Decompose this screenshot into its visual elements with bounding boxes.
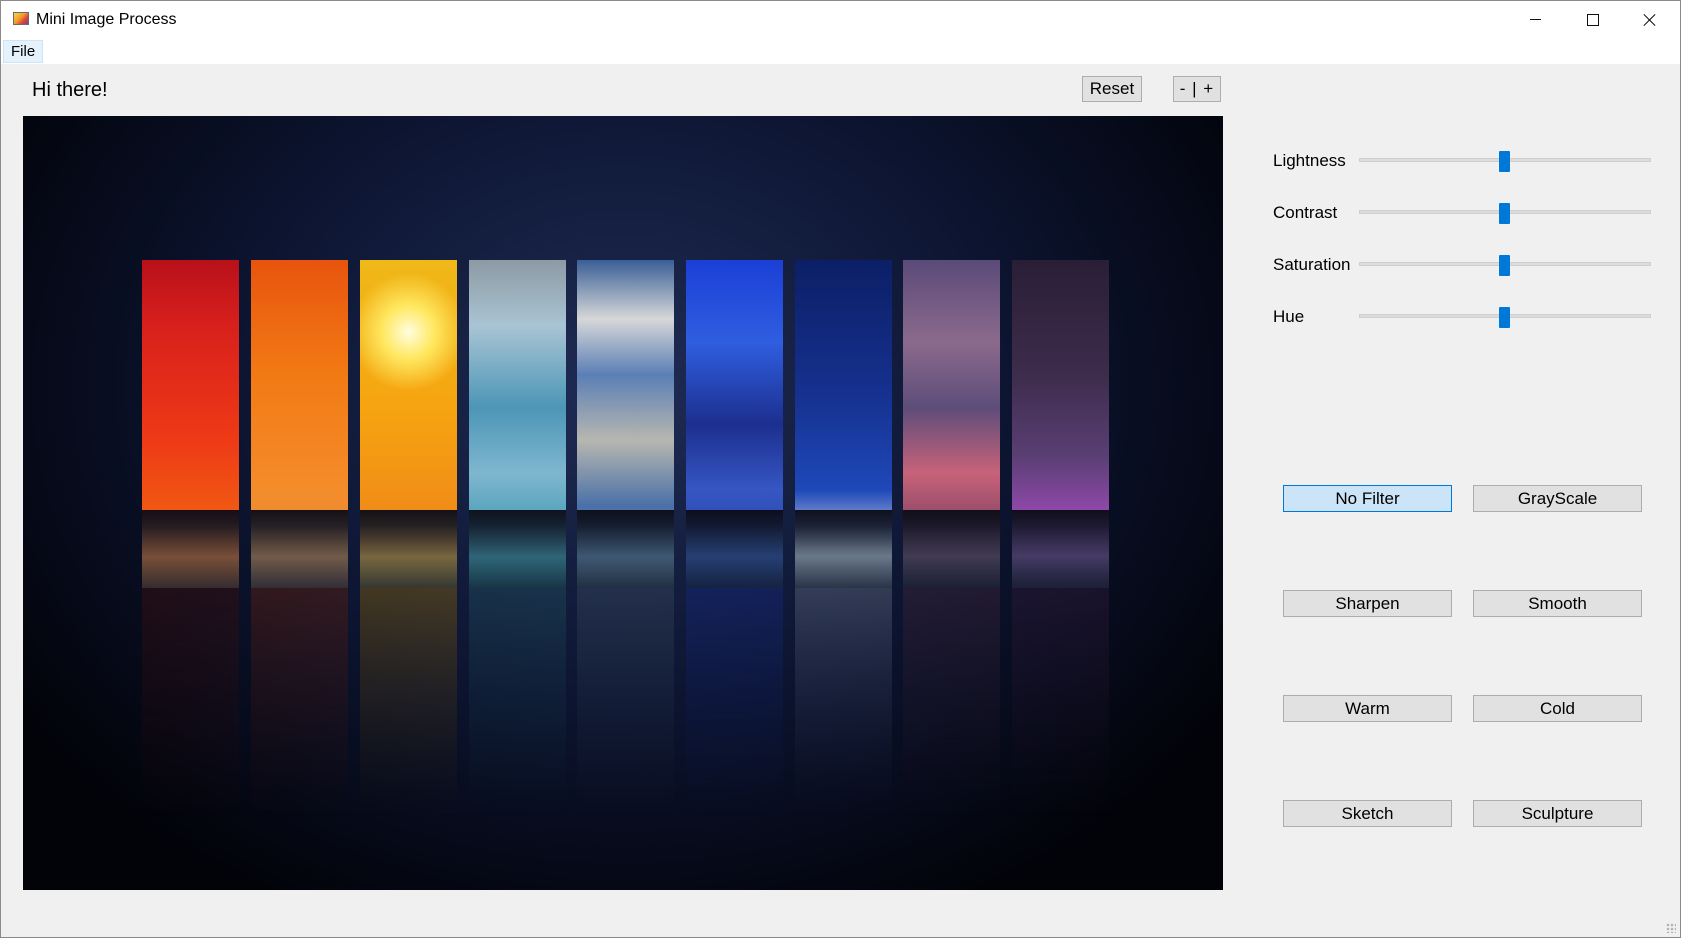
image-strip-sky <box>577 260 674 588</box>
maximize-icon <box>1586 13 1599 26</box>
strip-ground <box>360 510 457 588</box>
strip-ground <box>577 510 674 588</box>
menu-bar: File <box>1 38 1680 64</box>
image-strip-navy <box>795 260 892 588</box>
app-window: Mini Image Process File Hi there! Reset … <box>0 0 1681 938</box>
reflection <box>251 588 348 818</box>
reflection <box>577 588 674 818</box>
strip-ground <box>251 510 348 588</box>
menu-file[interactable]: File <box>3 40 44 63</box>
strip-ground <box>903 510 1000 588</box>
strip-ground <box>469 510 566 588</box>
minimize-button[interactable] <box>1507 1 1564 38</box>
hue-label: Hue <box>1273 307 1305 326</box>
lightness-label: Lightness <box>1273 151 1346 170</box>
sketch-button[interactable]: Sketch <box>1283 800 1452 827</box>
cold-button[interactable]: Cold <box>1473 695 1642 722</box>
saturation-label: Saturation <box>1273 255 1351 274</box>
image-strip-violet <box>1012 260 1109 588</box>
image-strip-cyan <box>469 260 566 588</box>
contrast-label: Contrast <box>1273 203 1338 222</box>
resize-grip-icon[interactable] <box>1666 923 1676 933</box>
sharpen-button[interactable]: Sharpen <box>1283 590 1452 617</box>
reflection <box>795 588 892 818</box>
reset-button[interactable]: Reset <box>1082 76 1142 102</box>
strip-ground <box>686 510 783 588</box>
strip-ground <box>795 510 892 588</box>
greeting-label: Hi there! <box>32 79 108 101</box>
strip-ground <box>1012 510 1109 588</box>
minimize-icon <box>1530 19 1541 20</box>
reflection <box>469 588 566 818</box>
no-filter-button[interactable]: No Filter <box>1283 485 1452 512</box>
reflection <box>142 588 239 818</box>
saturation-slider-thumb[interactable] <box>1499 255 1510 276</box>
zoom-button[interactable]: - | + <box>1173 76 1221 102</box>
reflection <box>1012 588 1109 818</box>
image-strip-yellow <box>360 260 457 588</box>
title-bar[interactable]: Mini Image Process <box>1 1 1680 38</box>
smooth-button[interactable]: Smooth <box>1473 590 1642 617</box>
strip-ground <box>142 510 239 588</box>
sculpture-button[interactable]: Sculpture <box>1473 800 1642 827</box>
image-strip-red <box>142 260 239 588</box>
reflection <box>903 588 1000 818</box>
contrast-slider-thumb[interactable] <box>1499 203 1510 224</box>
image-strip-blue <box>686 260 783 588</box>
close-icon <box>1643 13 1657 27</box>
maximize-button[interactable] <box>1564 1 1621 38</box>
image-strip-orange <box>251 260 348 588</box>
image-preview[interactable] <box>23 116 1223 890</box>
window-title: Mini Image Process <box>36 11 177 28</box>
reflection <box>360 588 457 818</box>
close-button[interactable] <box>1621 1 1678 38</box>
reflection <box>686 588 783 818</box>
app-image-icon <box>13 12 29 25</box>
image-strip-purple <box>903 260 1000 588</box>
grayscale-button[interactable]: GrayScale <box>1473 485 1642 512</box>
hue-slider-thumb[interactable] <box>1499 307 1510 328</box>
lightness-slider-thumb[interactable] <box>1499 151 1510 172</box>
warm-button[interactable]: Warm <box>1283 695 1452 722</box>
